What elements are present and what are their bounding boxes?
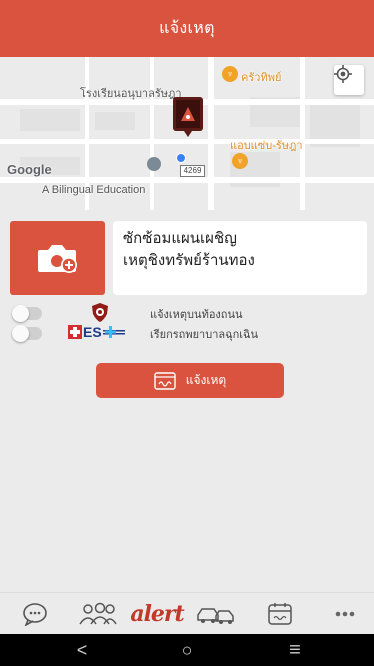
road-number-badge: 4269 <box>180 165 205 177</box>
government-pin-icon[interactable] <box>147 157 161 171</box>
map-label-restaurant2: แอบแซ่บ-รัษฎา <box>230 140 303 152</box>
report-incident-button[interactable]: แจ้งเหตุ <box>96 363 284 398</box>
ems-text: ES <box>83 324 102 340</box>
alert-logo-icon: alert <box>130 601 184 627</box>
restaurant-pin-icon[interactable]: ♆ <box>232 153 248 169</box>
add-photo-button[interactable] <box>10 221 105 295</box>
police-shield-icon <box>92 303 108 322</box>
recents-icon: ≡ <box>289 638 301 661</box>
nav-car-crash[interactable] <box>196 599 236 629</box>
ems-logo-icon: ES <box>68 323 128 341</box>
alert-document-icon <box>154 371 176 390</box>
road-incident-label: แจ้งเหตุบนท้องถนน <box>150 309 243 321</box>
map-label-school: โรงเรียนอนุบาลรัษฎา <box>80 88 182 100</box>
system-recents-button[interactable]: ≡ <box>275 634 315 666</box>
incident-line-1: ซักซ้อมแผนเผชิญ <box>123 230 237 247</box>
system-navigation-bar: < ○ ≡ <box>0 634 374 666</box>
crosshair-icon <box>334 65 352 83</box>
road-incident-row: แจ้งเหตุบนท้องถนน <box>12 303 372 323</box>
back-icon: < <box>76 639 88 660</box>
camera-add-icon <box>37 245 77 273</box>
report-button-label: แจ้งเหตุ <box>185 373 227 387</box>
google-logo: Google <box>7 162 52 177</box>
incident-line-2: เหตุชิงทรัพย์ร้านทอง <box>123 252 255 269</box>
nav-chat[interactable] <box>20 599 50 629</box>
current-location-dot <box>176 153 186 163</box>
restaurant-pin-icon[interactable]: ♆ <box>222 66 238 82</box>
people-icon <box>79 602 117 625</box>
calendar-icon <box>268 603 292 625</box>
ambulance-row: ES เรียกรถพยาบาลฉุกเฉิน <box>12 323 372 343</box>
map-label-restaurant1: ครัวทิพย์ <box>241 72 282 84</box>
page-title: แจ้งเหตุ <box>159 20 215 37</box>
incident-marker-icon[interactable] <box>173 97 203 137</box>
incident-description-card[interactable]: ซักซ้อมแผนเผชิญ เหตุชิงทรัพย์ร้านทอง <box>113 221 367 295</box>
ambulance-label: เรียกรถพยาบาลฉุกเฉิน <box>150 329 259 341</box>
chat-icon <box>23 603 47 626</box>
road-incident-toggle[interactable] <box>12 305 42 322</box>
nav-more[interactable] <box>330 599 360 629</box>
app-header: แจ้งเหตุ <box>0 0 374 57</box>
home-icon: ○ <box>181 639 193 660</box>
my-location-button[interactable] <box>334 65 364 95</box>
map-label-bilingual: A Bilingual Education <box>42 184 146 196</box>
ambulance-toggle[interactable] <box>12 325 42 342</box>
map-view[interactable]: โรงเรียนอนุบาลรัษฎา ♆ ครัวทิพย์ แอบแซ่บ-… <box>0 57 374 210</box>
car-crash-icon <box>197 608 234 624</box>
nav-people[interactable] <box>78 599 118 629</box>
nav-calendar[interactable] <box>265 599 295 629</box>
more-icon <box>335 611 355 617</box>
system-home-button[interactable]: ○ <box>167 634 207 666</box>
system-back-button[interactable]: < <box>62 634 102 666</box>
nav-alert[interactable]: alert <box>130 599 184 629</box>
bottom-navigation: alert <box>0 592 374 634</box>
